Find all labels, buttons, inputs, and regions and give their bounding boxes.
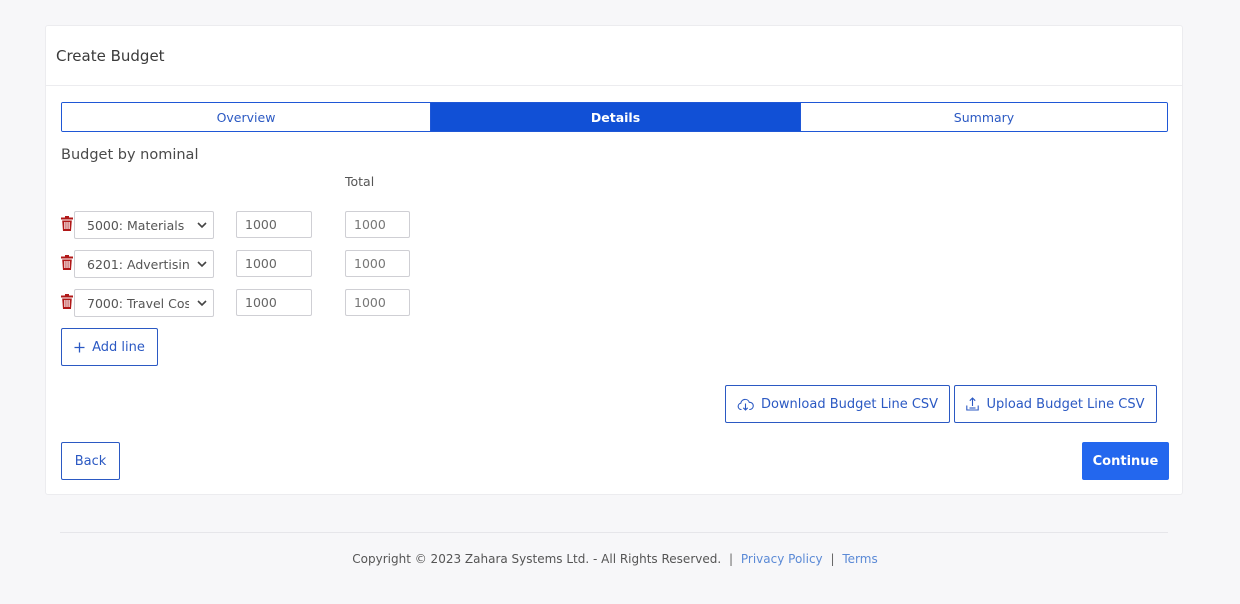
nominal-select-value: 6201: Advertising	[87, 256, 189, 272]
amount-input[interactable]	[236, 289, 312, 316]
chevron-down-icon	[197, 222, 207, 229]
back-button[interactable]: Back	[61, 442, 120, 480]
tab-summary[interactable]: Summary	[800, 103, 1167, 131]
copyright-text: Copyright © 2023 Zahara Systems Ltd. - A…	[352, 552, 722, 566]
add-line-button[interactable]: Add line	[61, 328, 158, 366]
page-title: Create Budget	[56, 46, 165, 65]
trash-icon[interactable]	[61, 255, 73, 270]
privacy-policy-link[interactable]: Privacy Policy	[741, 552, 823, 566]
budget-line: 6201: Advertising 1000	[61, 250, 421, 278]
download-csv-button[interactable]: Download Budget Line CSV	[725, 385, 950, 423]
upload-csv-button[interactable]: Upload Budget Line CSV	[954, 385, 1157, 423]
upload-csv-label: Upload Budget Line CSV	[986, 396, 1145, 412]
nominal-select-value: 5000: Materials	[87, 217, 185, 233]
line-total: 1000	[345, 289, 410, 316]
card-header: Create Budget	[46, 26, 1182, 86]
amount-input[interactable]	[236, 211, 312, 238]
cloud-download-icon	[737, 398, 754, 411]
footer: Copyright © 2023 Zahara Systems Ltd. - A…	[0, 552, 1230, 566]
amount-input[interactable]	[236, 250, 312, 277]
tab-overview[interactable]: Overview	[62, 103, 430, 131]
footer-separator: |	[729, 552, 734, 566]
tab-details[interactable]: Details	[430, 103, 800, 131]
nominal-select[interactable]: 7000: Travel Costs	[74, 289, 214, 317]
nominal-select-value: 7000: Travel Costs	[87, 295, 189, 311]
budget-line: 7000: Travel Costs 1000	[61, 289, 421, 317]
line-total: 1000	[345, 211, 410, 238]
trash-icon[interactable]	[61, 294, 73, 309]
nominal-select[interactable]: 6201: Advertising	[74, 250, 214, 278]
section-title: Budget by nominal	[61, 147, 199, 163]
terms-link[interactable]: Terms	[842, 552, 877, 566]
chevron-down-icon	[197, 300, 207, 307]
upload-icon	[966, 397, 980, 411]
add-line-label: Add line	[92, 339, 145, 355]
line-total: 1000	[345, 250, 410, 277]
total-column-header: Total	[345, 174, 375, 189]
nominal-select[interactable]: 5000: Materials	[74, 211, 214, 239]
budget-line: 5000: Materials 1000	[61, 211, 421, 239]
plus-icon	[74, 342, 85, 352]
footer-divider	[60, 532, 1168, 533]
download-csv-label: Download Budget Line CSV	[760, 396, 939, 412]
trash-icon[interactable]	[61, 216, 73, 231]
wizard-tabs: Overview Details Summary	[61, 102, 1168, 132]
continue-button[interactable]: Continue	[1082, 442, 1169, 480]
footer-separator: |	[830, 552, 835, 566]
chevron-down-icon	[197, 261, 207, 268]
create-budget-card: Create Budget Overview Details Summary B…	[45, 25, 1183, 495]
